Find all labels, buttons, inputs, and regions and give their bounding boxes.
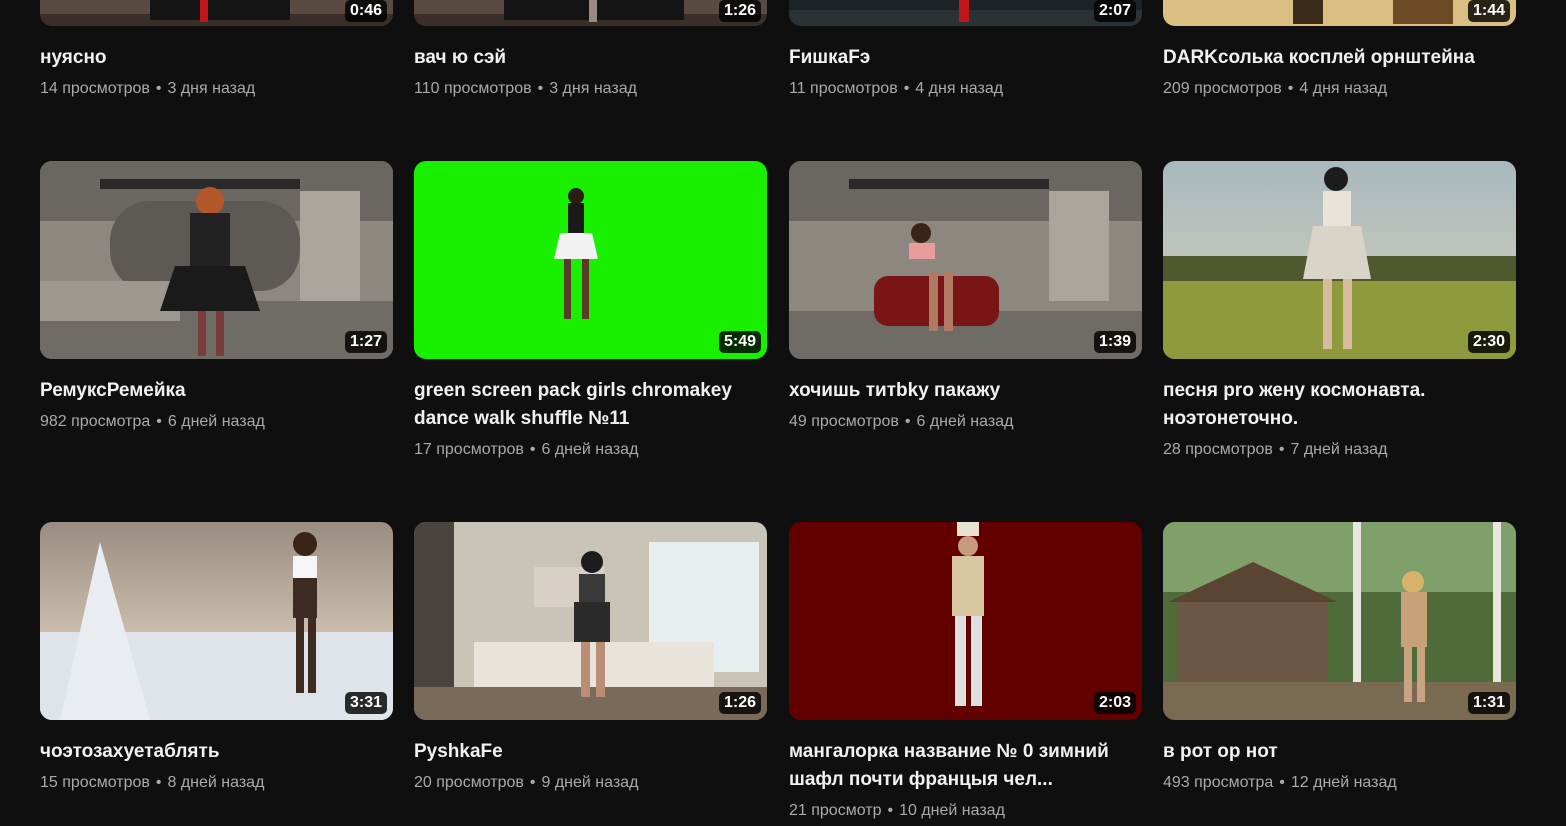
video-meta: 11 просмотров • 4 дня назад (789, 78, 1142, 100)
view-count: 17 просмотров (414, 441, 524, 458)
separator: • (887, 802, 894, 819)
video-card[interactable]: 3:31 чоэтозахуетаблять 15 просмотров • 8 д… (40, 522, 393, 794)
separator: • (903, 80, 910, 97)
video-meta: 14 просмотров • 3 дня назад (40, 78, 393, 100)
video-card[interactable]: 1:26 PyshkaFe 20 просмотров • 9 дней назад (414, 522, 767, 794)
view-count: 28 просмотров (1163, 441, 1273, 458)
upload-age: 8 дней назад (167, 774, 265, 791)
video-meta: 982 просмотра • 6 дней назад (40, 411, 393, 433)
view-count: 493 просмотра (1163, 774, 1274, 791)
video-duration: 1:39 (1093, 331, 1136, 353)
video-title[interactable]: нуясно (40, 44, 393, 72)
video-card[interactable]: 1:27 РемуксРемейка 982 просмотра • 6 дней … (40, 161, 393, 433)
video-duration: 1:44 (1467, 0, 1510, 22)
video-thumbnail[interactable]: 2:30 (1163, 161, 1516, 359)
video-duration: 1:26 (718, 692, 761, 714)
video-card[interactable]: 2:03 мангалорка название № 0 зимний шафл… (789, 522, 1142, 822)
video-meta: 49 просмотров • 6 дней назад (789, 411, 1142, 433)
video-title[interactable]: песня pro жену космонавта. ноэтонеточно. (1163, 377, 1516, 433)
video-title[interactable]: чоэтозахуетаблять (40, 738, 393, 766)
video-meta: 209 просмотров • 4 дня назад (1163, 78, 1516, 100)
upload-age: 6 дней назад (541, 441, 639, 458)
upload-age: 3 дня назад (167, 80, 256, 97)
upload-age: 6 дней назад (916, 413, 1014, 430)
view-count: 14 просмотров (40, 80, 150, 97)
video-card[interactable]: 2:30 песня pro жену космонавта. ноэтонет… (1163, 161, 1516, 461)
video-meta: 110 просмотров • 3 дня назад (414, 78, 767, 100)
video-title[interactable]: вач ю сэй (414, 44, 767, 72)
video-card[interactable]: 1:39 хочишь титbky пакажу 49 просмотров •… (789, 161, 1142, 433)
video-thumbnail[interactable]: 1:39 (789, 161, 1142, 359)
video-thumbnail[interactable]: 2:07 (789, 0, 1142, 26)
video-thumbnail[interactable]: 1:31 (1163, 522, 1516, 720)
separator: • (529, 441, 536, 458)
video-thumbnail[interactable]: 1:26 (414, 0, 767, 26)
video-meta: 21 просмотр • 10 дней назад (789, 800, 1142, 822)
video-duration: 5:49 (718, 331, 761, 353)
video-duration: 0:46 (344, 0, 387, 22)
separator: • (155, 774, 162, 791)
video-grid: 0:46 нуясно 14 просмотров • 3 дня назад 1:… (0, 0, 1566, 826)
upload-age: 6 дней назад (167, 413, 265, 430)
view-count: 982 просмотра (40, 413, 151, 430)
upload-age: 9 дней назад (541, 774, 639, 791)
video-thumbnail[interactable]: 1:27 (40, 161, 393, 359)
video-card[interactable]: 1:44 DARKсолька косплей орнштейна 209 пр… (1163, 0, 1516, 100)
video-thumbnail[interactable]: 5:49 (414, 161, 767, 359)
separator: • (537, 80, 544, 97)
video-meta: 20 просмотров • 9 дней назад (414, 772, 767, 794)
video-duration: 1:27 (344, 331, 387, 353)
separator: • (1287, 80, 1294, 97)
separator: • (1279, 774, 1285, 791)
video-title[interactable]: РемуксРемейка (40, 377, 393, 405)
video-thumbnail[interactable]: 0:46 (40, 0, 393, 26)
video-card[interactable]: 5:49 green screen pack girls chromakey d… (414, 161, 767, 461)
separator: • (529, 774, 536, 791)
upload-age: 3 дня назад (549, 80, 637, 97)
video-duration: 2:03 (1093, 692, 1136, 714)
view-count: 20 просмотров (414, 774, 524, 791)
video-title[interactable]: мангалорка название № 0 зимний шафл почт… (789, 738, 1142, 794)
upload-age: 7 дней назад (1290, 441, 1388, 458)
video-card[interactable]: 1:31 в рот ор нот 493 просмотра • 12 дней … (1163, 522, 1516, 794)
video-title[interactable]: green screen pack girls chromakey dance … (414, 377, 767, 433)
video-meta: 28 просмотров • 7 дней назад (1163, 439, 1516, 461)
video-thumbnail[interactable]: 3:31 (40, 522, 393, 720)
video-thumbnail[interactable]: 1:44 (1163, 0, 1516, 26)
separator: • (155, 80, 162, 97)
separator: • (904, 413, 911, 430)
upload-age: 10 дней назад (899, 802, 1005, 819)
video-card[interactable]: 2:07 FишкаFэ 11 просмотров • 4 дня назад (789, 0, 1142, 100)
video-meta: 493 просмотра • 12 дней назад (1163, 772, 1516, 794)
view-count: 110 просмотров (414, 80, 532, 97)
video-thumbnail[interactable]: 1:26 (414, 522, 767, 720)
upload-age: 12 дней назад (1290, 774, 1397, 791)
video-duration: 3:31 (344, 692, 387, 714)
video-meta: 15 просмотров • 8 дней назад (40, 772, 393, 794)
view-count: 209 просмотров (1163, 80, 1282, 97)
upload-age: 4 дня назад (915, 80, 1004, 97)
video-title[interactable]: в рот ор нот (1163, 738, 1516, 766)
separator: • (156, 413, 162, 430)
video-title[interactable]: хочишь титbky пакажу (789, 377, 1142, 405)
video-title[interactable]: PyshkaFe (414, 738, 767, 766)
video-duration: 2:30 (1467, 331, 1510, 353)
video-duration: 2:07 (1093, 0, 1136, 22)
view-count: 21 просмотр (789, 802, 882, 819)
video-duration: 1:31 (1467, 692, 1510, 714)
view-count: 11 просмотров (789, 80, 898, 97)
video-card[interactable]: 1:26 вач ю сэй 110 просмотров • 3 дня наза… (414, 0, 767, 100)
video-card[interactable]: 0:46 нуясно 14 просмотров • 3 дня назад (40, 0, 393, 100)
video-title[interactable]: FишкаFэ (789, 44, 1142, 72)
video-title[interactable]: DARKсолька косплей орнштейна (1163, 44, 1516, 72)
upload-age: 4 дня назад (1299, 80, 1388, 97)
video-meta: 17 просмотров • 6 дней назад (414, 439, 767, 461)
video-duration: 1:26 (718, 0, 761, 22)
video-thumbnail[interactable]: 2:03 (789, 522, 1142, 720)
separator: • (1278, 441, 1285, 458)
view-count: 49 просмотров (789, 413, 899, 430)
view-count: 15 просмотров (40, 774, 150, 791)
